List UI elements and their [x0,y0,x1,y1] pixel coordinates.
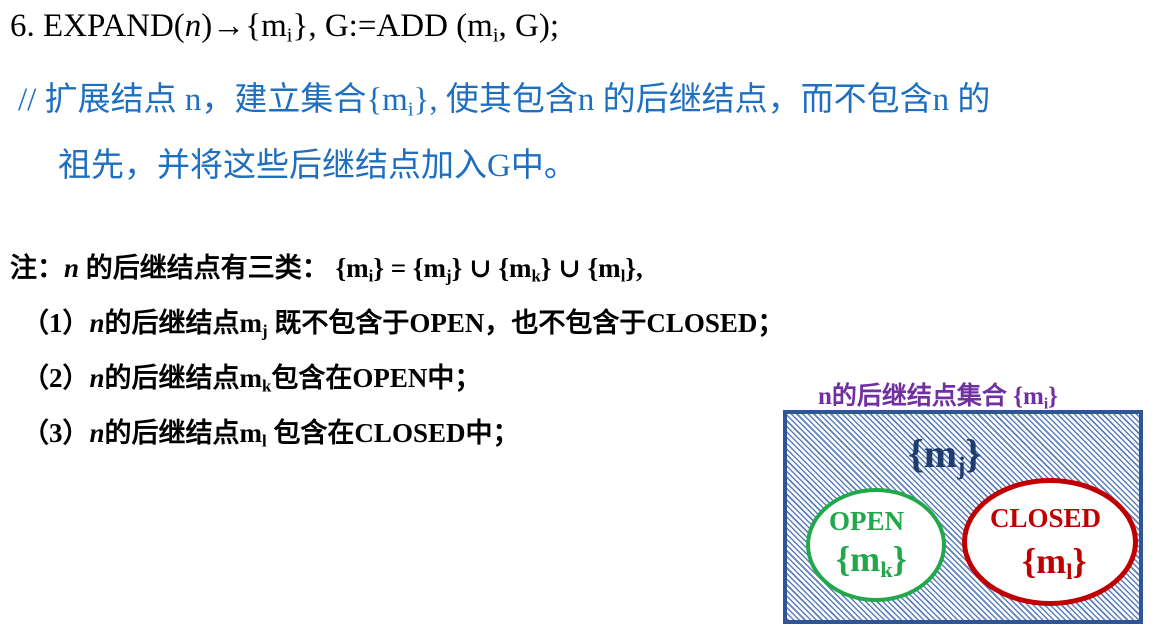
successor-set-title: n的后继结点集合 {mi} [818,383,1059,413]
expand-step-line: 6. EXPAND(n)→{mi}, G:=ADD (mi, G); [10,8,560,47]
expand-comment-line-2: 祖先，并将这些后继结点加入G中。 [58,148,577,184]
mk-set-label: {mk} [836,539,907,583]
note-item-1: （1）n的后继结点mj 既不包含于OPEN，也不包含于CLOSED； [22,308,785,341]
closed-label: CLOSED [990,503,1102,533]
note-successor-types: 注：n 的后继结点有三类： {mi} = {mj} ∪ {mk} ∪ {ml}, [10,253,643,286]
note-item-3: （3）n的后继结点ml 包含在CLOSED中； [22,418,520,451]
ml-set-label: {ml} [1022,541,1087,585]
mj-set-label: {mj} [908,431,982,480]
open-label: OPEN [829,506,905,536]
expand-comment-line-1: // 扩展结点 n，建立集合{mi}, 使其包含n 的后继结点，而不包含n 的 [18,82,991,121]
note-item-2: （2）n的后继结点mk包含在OPEN中； [22,363,482,396]
